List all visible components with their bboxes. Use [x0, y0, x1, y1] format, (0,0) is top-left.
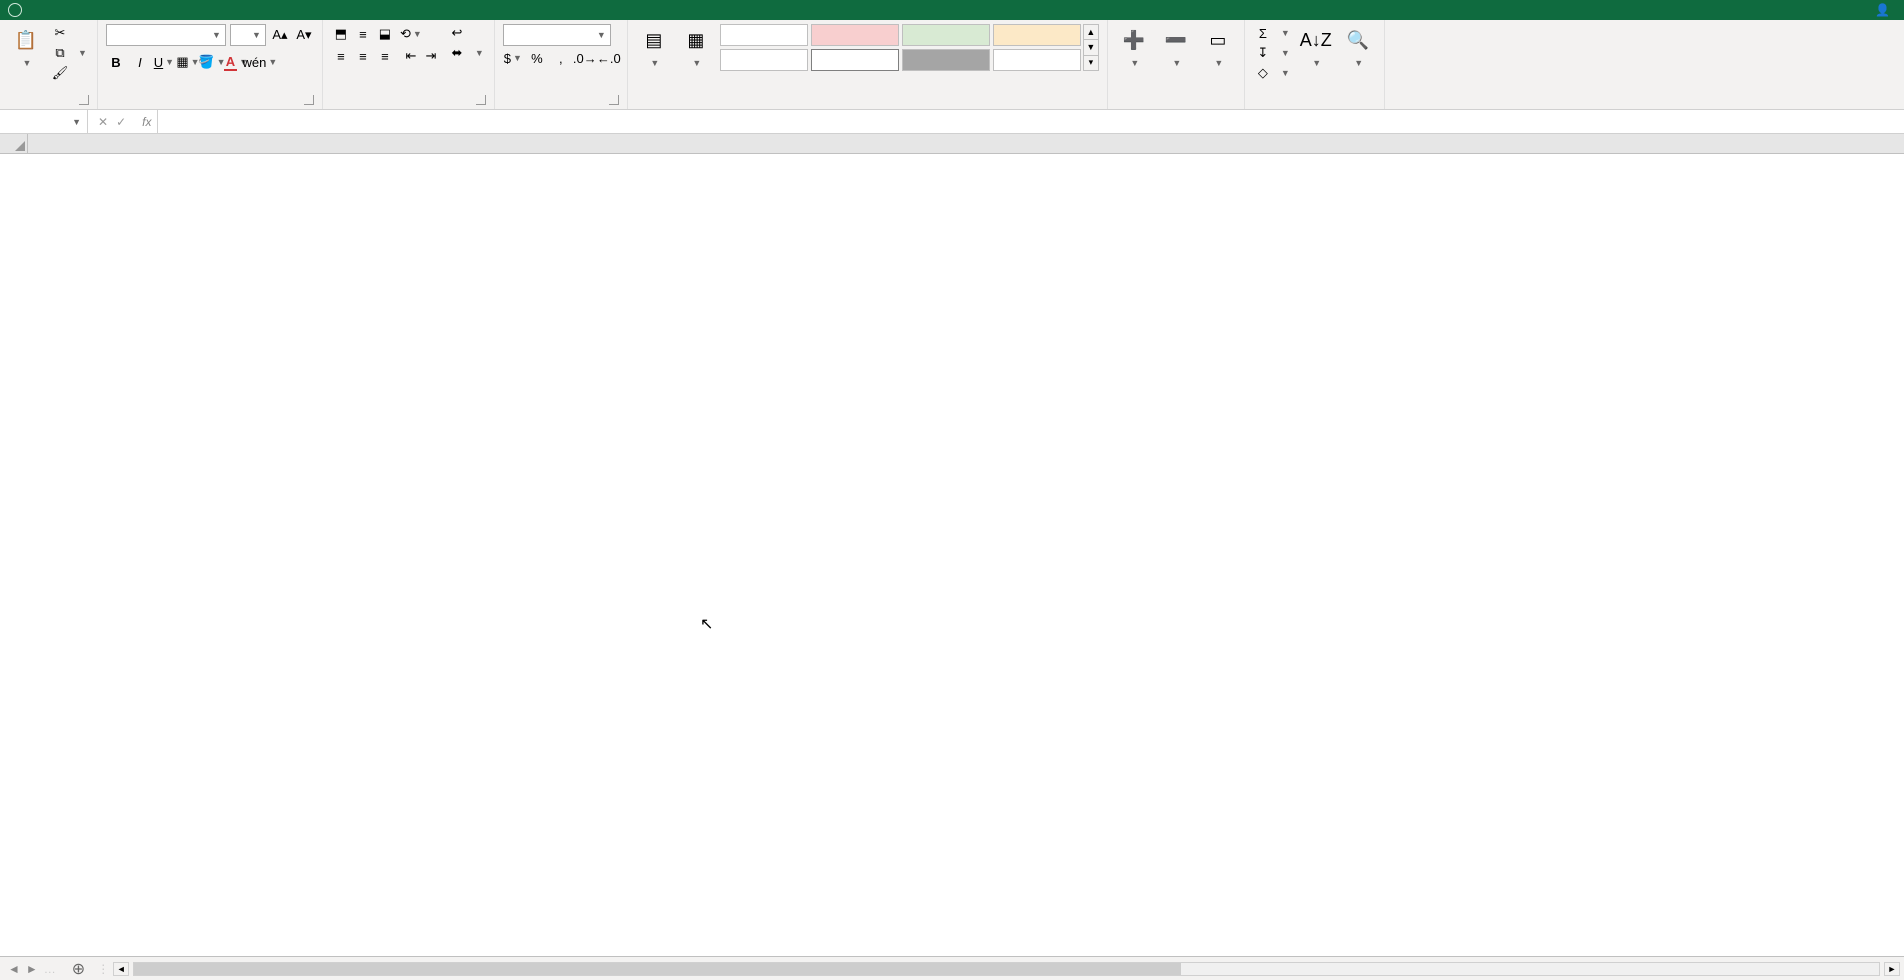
- style-good[interactable]: [902, 24, 990, 46]
- increase-font-button[interactable]: A▴: [270, 25, 290, 45]
- copy-button[interactable]: ⧉▼: [50, 44, 89, 62]
- orientation-button[interactable]: ⟲▼: [401, 24, 421, 44]
- format-icon: ▭: [1204, 26, 1232, 54]
- insert-icon: ➕: [1120, 26, 1148, 54]
- sort-icon: A↓Z: [1302, 26, 1330, 54]
- share-button[interactable]: 👤: [1865, 3, 1904, 17]
- delete-icon: ➖: [1162, 26, 1190, 54]
- sigma-icon: Σ: [1255, 25, 1271, 41]
- worksheet-grid[interactable]: ↖: [0, 134, 1904, 956]
- fill-icon: ↧: [1255, 45, 1271, 61]
- name-box[interactable]: ▼: [0, 110, 88, 133]
- sheet-bar: ◄ ► … ⊕ ⋮ ◄ ►: [0, 956, 1904, 980]
- align-center-button[interactable]: ≡: [353, 46, 373, 66]
- find-select-button[interactable]: 🔍▼: [1340, 24, 1376, 70]
- sort-filter-button[interactable]: A↓Z▼: [1298, 24, 1334, 70]
- cell-styles-gallery[interactable]: [720, 24, 1081, 71]
- comma-format-button[interactable]: ,: [551, 48, 571, 68]
- enter-formula-icon[interactable]: ✓: [116, 115, 126, 129]
- bold-button[interactable]: B: [106, 52, 126, 72]
- fill-color-button[interactable]: 🪣▼: [202, 52, 222, 72]
- cursor-icon: ↖: [700, 614, 713, 634]
- font-size-select[interactable]: ▼: [230, 24, 266, 46]
- eraser-icon: ◇: [1255, 65, 1271, 81]
- styles-more[interactable]: ▲▼▾: [1083, 24, 1099, 71]
- align-right-button[interactable]: ≡: [375, 46, 395, 66]
- formula-bar: ▼ ✕ ✓ fx: [0, 110, 1904, 134]
- scissors-icon: ✂: [52, 25, 68, 41]
- decrease-indent-button[interactable]: ⇤: [401, 46, 421, 66]
- cancel-formula-icon[interactable]: ✕: [98, 115, 108, 129]
- accounting-format-button[interactable]: $▼: [503, 48, 523, 68]
- wrap-text-button[interactable]: ↩: [447, 24, 486, 42]
- horizontal-scrollbar[interactable]: [133, 962, 1880, 976]
- insert-cells-button[interactable]: ➕▼: [1116, 24, 1152, 70]
- search-icon: 🔍: [1344, 26, 1372, 54]
- align-middle-button[interactable]: ≡: [353, 24, 373, 44]
- format-painter-button[interactable]: 🖌: [50, 64, 89, 82]
- font-name-select[interactable]: ▼: [106, 24, 226, 46]
- clear-button[interactable]: ◇▼: [1253, 64, 1292, 82]
- decrease-font-button[interactable]: A▾: [294, 25, 314, 45]
- dialog-launcher-icon[interactable]: [79, 95, 89, 105]
- cond-format-icon: ▤: [640, 26, 668, 54]
- style-normal[interactable]: [720, 24, 808, 46]
- dialog-launcher-icon[interactable]: [304, 95, 314, 105]
- fx-icon[interactable]: fx: [136, 110, 158, 133]
- style-hyperlink[interactable]: [720, 49, 808, 71]
- style-calculation[interactable]: [811, 49, 899, 71]
- dialog-launcher-icon[interactable]: [476, 95, 486, 105]
- scroll-right-button[interactable]: ►: [1884, 962, 1900, 976]
- merge-center-button[interactable]: ⬌▼: [447, 44, 486, 62]
- tell-me[interactable]: [8, 3, 28, 17]
- border-button[interactable]: ▦▼: [178, 52, 198, 72]
- table-format-icon: ▦: [682, 26, 710, 54]
- add-sheet-button[interactable]: ⊕: [64, 959, 93, 979]
- increase-indent-button[interactable]: ⇥: [421, 46, 441, 66]
- scroll-left-button[interactable]: ◄: [113, 962, 129, 976]
- paste-icon: 📋: [12, 26, 40, 54]
- brush-icon: 🖌: [52, 65, 68, 81]
- select-all-corner[interactable]: [0, 134, 28, 153]
- align-left-button[interactable]: ≡: [331, 46, 351, 66]
- paste-button[interactable]: 📋 ▼: [8, 24, 44, 70]
- style-bad[interactable]: [811, 24, 899, 46]
- share-icon: 👤: [1875, 3, 1890, 17]
- sheet-nav-prev[interactable]: ◄: [8, 962, 20, 976]
- percent-format-button[interactable]: %: [527, 48, 547, 68]
- fill-button[interactable]: ↧▼: [1253, 44, 1292, 62]
- italic-button[interactable]: I: [130, 52, 150, 72]
- menu-tabs: 👤: [0, 0, 1904, 20]
- align-top-button[interactable]: ⬒: [331, 24, 351, 44]
- ribbon: 📋 ▼ ✂ ⧉▼ 🖌 ▼ ▼ A▴ A▾ B: [0, 20, 1904, 110]
- autosum-button[interactable]: Σ▼: [1253, 24, 1292, 42]
- style-check-cell[interactable]: [902, 49, 990, 71]
- number-format-select[interactable]: ▼: [503, 24, 611, 46]
- copy-icon: ⧉: [52, 45, 68, 61]
- align-bottom-button[interactable]: ⬓: [375, 24, 395, 44]
- format-cells-button[interactable]: ▭▼: [1200, 24, 1236, 70]
- delete-cells-button[interactable]: ➖▼: [1158, 24, 1194, 70]
- merge-icon: ⬌: [449, 45, 465, 61]
- dialog-launcher-icon[interactable]: [609, 95, 619, 105]
- conditional-format-button[interactable]: ▤▼: [636, 24, 672, 70]
- sheet-nav-next[interactable]: ►: [26, 962, 38, 976]
- style-neutral[interactable]: [993, 24, 1081, 46]
- table-format-button[interactable]: ▦▼: [678, 24, 714, 70]
- phonetic-button[interactable]: wén▼: [250, 52, 270, 72]
- decrease-decimal-button[interactable]: ←.0: [599, 48, 619, 68]
- wrap-icon: ↩: [449, 25, 465, 41]
- underline-button[interactable]: U▼: [154, 52, 174, 72]
- style-explanatory[interactable]: [993, 49, 1081, 71]
- cut-button[interactable]: ✂: [50, 24, 89, 42]
- increase-decimal-button[interactable]: .0→: [575, 48, 595, 68]
- lightbulb-icon: [8, 3, 22, 17]
